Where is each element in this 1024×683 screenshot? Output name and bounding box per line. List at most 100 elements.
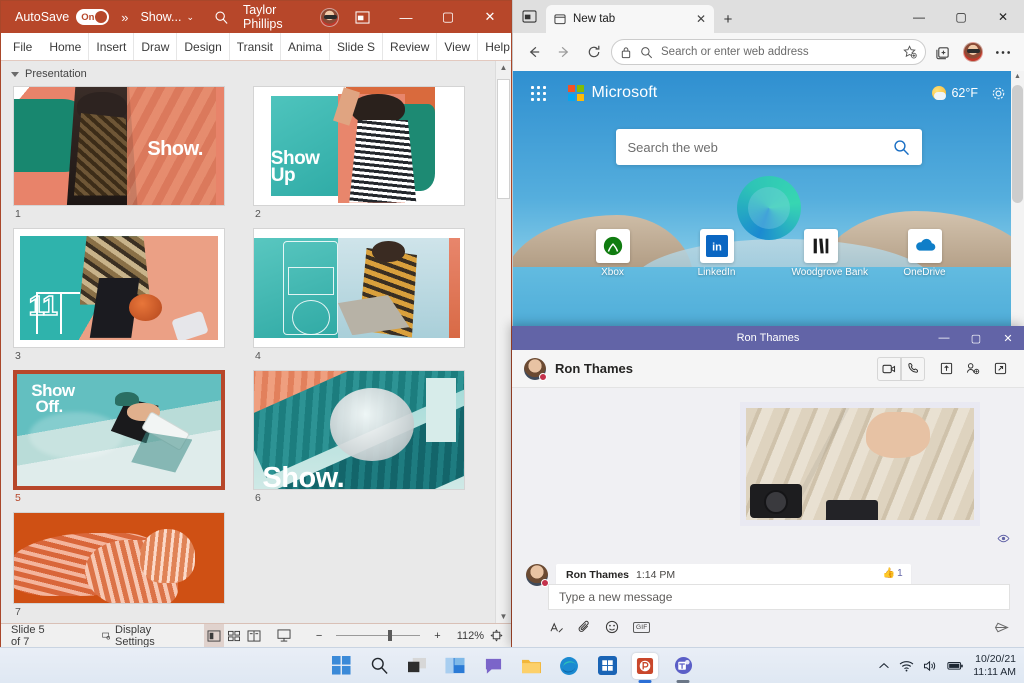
teams-close-button[interactable]: ✕ (992, 326, 1024, 350)
view-reading-button[interactable] (244, 624, 264, 648)
widgets-button[interactable] (442, 653, 468, 679)
add-people-button[interactable] (961, 357, 985, 381)
zoom-in-button[interactable]: + (424, 630, 450, 642)
slide-2-canvas[interactable]: ShowUp (253, 86, 465, 206)
pop-out-button[interactable] (988, 357, 1012, 381)
slide-thumbnail-7[interactable]: 7 (13, 512, 253, 618)
view-normal-button[interactable] (204, 624, 224, 648)
video-call-button[interactable] (877, 357, 901, 381)
web-search-input[interactable]: Search the web (628, 140, 893, 155)
slide-5-canvas[interactable]: Show Off. (13, 370, 225, 490)
zoom-level[interactable]: 112% (451, 630, 490, 642)
teams-minimize-button[interactable]: — (928, 326, 960, 350)
zoom-out-button[interactable]: − (306, 630, 332, 642)
slide-pane-scrollbar[interactable]: ▲ ▼ (495, 61, 511, 623)
tab-review[interactable]: Review (383, 33, 437, 60)
slide-1-canvas[interactable]: Show. (13, 86, 225, 206)
tab-insert[interactable]: Insert (89, 33, 134, 60)
microsoft-store-button[interactable] (594, 653, 620, 679)
share-screen-button[interactable] (934, 357, 958, 381)
slide-thumbnail-1[interactable]: Show. 1 (13, 86, 253, 220)
format-text-icon[interactable] (550, 621, 564, 634)
address-input[interactable]: Search or enter web address (661, 46, 895, 58)
profile-avatar-icon[interactable] (960, 39, 986, 65)
app-launcher-icon[interactable] (531, 86, 546, 101)
tab-file[interactable]: File (1, 33, 42, 60)
message-avatar[interactable] (526, 564, 548, 586)
page-scroll-up-icon[interactable]: ▲ (1014, 71, 1021, 82)
chat-button[interactable] (480, 653, 506, 679)
collections-button[interactable] (930, 39, 956, 65)
slide-7-canvas[interactable] (13, 512, 225, 604)
contact-avatar[interactable] (524, 358, 546, 380)
chevron-down-icon[interactable]: ⌄ (186, 12, 194, 23)
search-button[interactable] (366, 653, 392, 679)
settings-and-more-button[interactable] (990, 39, 1016, 65)
edge-maximize-button[interactable]: ▢ (940, 0, 982, 33)
new-tab-button[interactable]: + (714, 5, 742, 33)
minimize-button[interactable]: — (385, 1, 427, 33)
tab-design[interactable]: Design (177, 33, 229, 60)
page-scrollbar-thumb[interactable] (1012, 85, 1023, 203)
show-hidden-icons-icon[interactable] (878, 662, 890, 670)
file-explorer-button[interactable] (518, 653, 544, 679)
address-bar[interactable]: Search or enter web address (611, 39, 926, 65)
tab-actions-icon[interactable] (513, 0, 546, 33)
message-compose-input[interactable]: Type a new message (548, 584, 1010, 610)
user-name[interactable]: Taylor Phillips (243, 3, 313, 31)
back-button[interactable] (521, 39, 547, 65)
zoom-slider-handle[interactable] (388, 630, 392, 641)
slide-3-canvas[interactable]: 11 (13, 228, 225, 348)
teams-maximize-button[interactable]: ▢ (960, 326, 992, 350)
collapse-triangle-icon[interactable] (11, 72, 19, 77)
document-name[interactable]: Show... (140, 10, 181, 24)
slide-thumbnail-6[interactable]: Show. 6 (253, 370, 493, 504)
page-settings-gear-icon[interactable] (991, 86, 1006, 101)
ribbon-display-options-icon[interactable] (339, 1, 385, 33)
fit-to-window-button[interactable] (490, 629, 511, 642)
avatar[interactable] (320, 8, 339, 27)
quick-link-onedrive[interactable]: OneDrive (896, 229, 954, 278)
edge-minimize-button[interactable]: — (898, 0, 940, 33)
teams-button[interactable] (670, 653, 696, 679)
tab-view[interactable]: View (437, 33, 478, 60)
tab-draw[interactable]: Draw (134, 33, 177, 60)
add-favorite-icon[interactable] (903, 45, 917, 59)
slide-4-canvas[interactable] (253, 228, 465, 348)
quick-link-xbox[interactable]: Xbox (584, 229, 642, 278)
weather-widget[interactable]: 62°F (932, 86, 978, 100)
close-button[interactable]: ✕ (469, 1, 511, 33)
start-button[interactable] (328, 653, 354, 679)
battery-icon[interactable] (947, 661, 964, 671)
tab-transitions[interactable]: Transit (230, 33, 281, 60)
audio-call-button[interactable] (901, 357, 925, 381)
shared-photo[interactable] (740, 402, 980, 526)
speaker-icon[interactable] (923, 660, 938, 672)
send-button[interactable] (994, 621, 1010, 634)
browser-tab[interactable]: New tab ✕ (546, 5, 714, 33)
refresh-button[interactable] (581, 39, 607, 65)
slide-thumbnail-3[interactable]: 11 3 (13, 228, 253, 362)
view-sorter-button[interactable] (224, 624, 244, 648)
forward-button[interactable] (551, 39, 577, 65)
slide-thumbnail-2[interactable]: ShowUp 2 (253, 86, 493, 220)
gif-icon[interactable]: GIF (633, 622, 650, 633)
panel-section-header[interactable]: Presentation (1, 61, 495, 86)
slide-thumbnail-4[interactable]: 4 (253, 228, 493, 362)
message-reaction[interactable]: 👍 1 (883, 568, 903, 579)
quick-link-linkedin[interactable]: in LinkedIn (688, 229, 746, 278)
autosave-toggle[interactable]: On (76, 9, 109, 25)
scroll-down-arrow-icon[interactable]: ▼ (500, 612, 508, 621)
quick-link-woodgrove-bank[interactable]: Woodgrove Bank (792, 229, 850, 278)
tab-home[interactable]: Home (42, 33, 89, 60)
site-info-icon[interactable] (620, 46, 632, 59)
chevron-double-right-icon[interactable]: » (121, 10, 128, 25)
tab-animations[interactable]: Anima (281, 33, 330, 60)
task-view-button[interactable] (404, 653, 430, 679)
search-icon[interactable] (893, 139, 910, 156)
zoom-slider[interactable] (336, 635, 420, 636)
view-slideshow-button[interactable] (274, 624, 294, 648)
web-search-box[interactable]: Search the web (616, 129, 922, 165)
scrollbar-thumb[interactable] (497, 79, 510, 199)
close-tab-icon[interactable]: ✕ (696, 12, 706, 26)
